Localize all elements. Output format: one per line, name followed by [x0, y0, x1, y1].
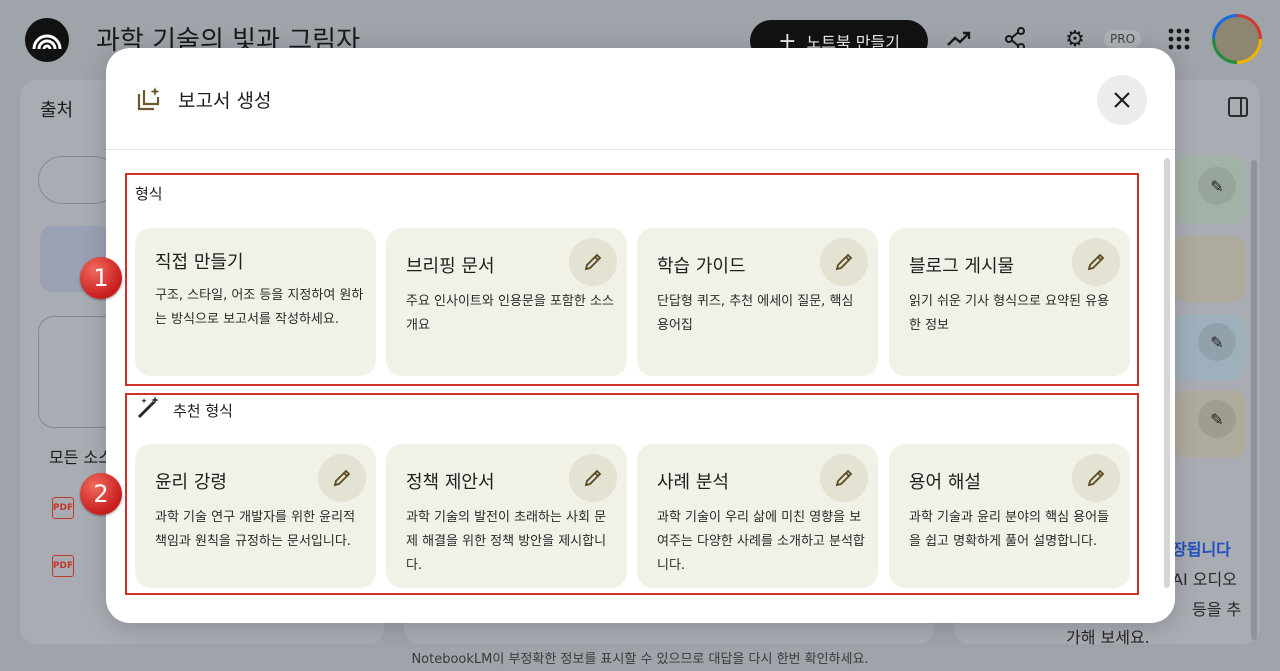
card-title: 블로그 게시물: [909, 256, 1015, 277]
suggested-card-policy-proposal[interactable]: 정책 제안서 과학 기술의 발전이 초래하는 사회 문제 해결을 위한 정책 방…: [386, 444, 627, 588]
magic-wand-icon: [137, 396, 159, 419]
edit-button[interactable]: [318, 454, 366, 502]
card-title: 브리핑 문서: [406, 256, 495, 277]
suggested-card-code-of-ethics[interactable]: 윤리 강령 과학 기술 연구 개발자를 위한 윤리적 책임과 원칙을 규정하는 …: [135, 444, 376, 588]
card-description: 과학 기술이 우리 삶에 미친 영향을 보여주는 다양한 사례를 소개하고 분석…: [657, 510, 865, 573]
card-description: 주요 인사이트와 인용문을 포함한 소스 개요: [406, 294, 614, 333]
pencil-icon: [1087, 469, 1105, 487]
studio-card[interactable]: [1172, 236, 1246, 302]
dialog-scrollbar[interactable]: [1164, 158, 1170, 588]
card-description: 읽기 쉬운 기사 형식으로 요약된 유용한 정보: [909, 294, 1110, 333]
studio-help-text: 등을 추: [1192, 600, 1242, 619]
sources-title: 출처: [40, 100, 74, 121]
pencil-icon[interactable]: ✎: [1198, 400, 1236, 438]
pencil-icon: [1087, 253, 1105, 271]
pencil-icon: [584, 253, 602, 271]
pdf-icon: PDF: [52, 497, 74, 519]
annotation-badge-1: 1: [80, 257, 122, 299]
card-description: 과학 기술 연구 개발자를 위한 윤리적 책임과 원칙을 규정하는 문서입니다.: [155, 510, 356, 549]
user-avatar[interactable]: [1212, 14, 1262, 64]
report-sparkle-icon: [137, 87, 160, 111]
studio-help-text: 가해 보세요.: [1066, 628, 1150, 647]
card-title: 학습 가이드: [657, 256, 746, 277]
format-card-custom[interactable]: 직접 만들기 구조, 스타일, 어조 등을 지정하여 원하는 방식으로 보고서를…: [135, 228, 376, 376]
pencil-icon: [333, 469, 351, 487]
pro-badge: PRO: [1104, 30, 1142, 48]
format-card-briefing[interactable]: 브리핑 문서 주요 인사이트와 인용문을 포함한 소스 개요: [386, 228, 627, 376]
dialog-header: 보고서 생성: [106, 48, 1175, 150]
edit-button[interactable]: [569, 454, 617, 502]
card-title: 정책 제안서: [406, 472, 495, 493]
annotation-badge-2: 2: [80, 473, 122, 515]
pencil-icon: [835, 469, 853, 487]
pencil-icon[interactable]: ✎: [1198, 167, 1236, 205]
pencil-icon: [584, 469, 602, 487]
all-sources-label: 모든 소스: [49, 448, 113, 467]
card-title: 용어 해설: [909, 472, 981, 493]
card-description: 과학 기술과 윤리 분야의 핵심 용어들을 쉽고 명확하게 풀어 설명합니다.: [909, 510, 1110, 549]
card-description: 구조, 스타일, 어조 등을 지정하여 원하는 방식으로 보고서를 작성하세요.: [155, 288, 364, 327]
close-icon: [1114, 92, 1130, 108]
card-title: 사례 분석: [657, 472, 729, 493]
edit-button[interactable]: [1072, 454, 1120, 502]
close-button[interactable]: [1097, 75, 1147, 125]
suggested-card-case-analysis[interactable]: 사례 분석 과학 기술이 우리 삶에 미친 영향을 보여주는 다양한 사례를 소…: [637, 444, 878, 588]
studio-scrollbar[interactable]: [1251, 160, 1257, 640]
card-description: 단답형 퀴즈, 추천 에세이 질문, 핵심 용어집: [657, 294, 854, 333]
studio-help-text: AI 오디오: [1172, 570, 1237, 589]
disclaimer-note: NotebookLM이 부정확한 정보를 표시할 수 있으므로 대답을 다시 한…: [411, 652, 869, 667]
format-card-blog-post[interactable]: 블로그 게시물 읽기 쉬운 기사 형식으로 요약된 유용한 정보: [889, 228, 1130, 376]
panel-toggle-icon[interactable]: [1228, 97, 1248, 117]
suggested-section-label: 추천 형식: [173, 402, 233, 420]
suggested-card-glossary[interactable]: 용어 해설 과학 기술과 윤리 분야의 핵심 용어들을 쉽고 명확하게 풀어 설…: [889, 444, 1130, 588]
card-description: 과학 기술의 발전이 초래하는 사회 문제 해결을 위한 정책 방안을 제시합니…: [406, 510, 607, 573]
logo-icon: [32, 34, 62, 50]
pencil-icon[interactable]: ✎: [1198, 323, 1236, 361]
edit-button[interactable]: [569, 238, 617, 286]
dialog-title: 보고서 생성: [178, 90, 272, 112]
edit-button[interactable]: [1072, 238, 1120, 286]
format-card-study-guide[interactable]: 학습 가이드 단답형 퀴즈, 추천 에세이 질문, 핵심 용어집: [637, 228, 878, 376]
format-section-label: 형식: [135, 185, 163, 203]
edit-button[interactable]: [820, 454, 868, 502]
card-title: 윤리 강령: [155, 472, 227, 493]
edit-button[interactable]: [820, 238, 868, 286]
pencil-icon: [835, 253, 853, 271]
report-create-dialog: 보고서 생성 형식 직접 만들기 구조, 스타일, 어조 등을 지정하여 원하는…: [106, 48, 1175, 623]
studio-saved-link[interactable]: 장됩니다: [1172, 536, 1231, 560]
notebooklm-logo[interactable]: [25, 18, 69, 62]
card-title: 직접 만들기: [155, 252, 244, 273]
pdf-icon: PDF: [52, 555, 74, 577]
